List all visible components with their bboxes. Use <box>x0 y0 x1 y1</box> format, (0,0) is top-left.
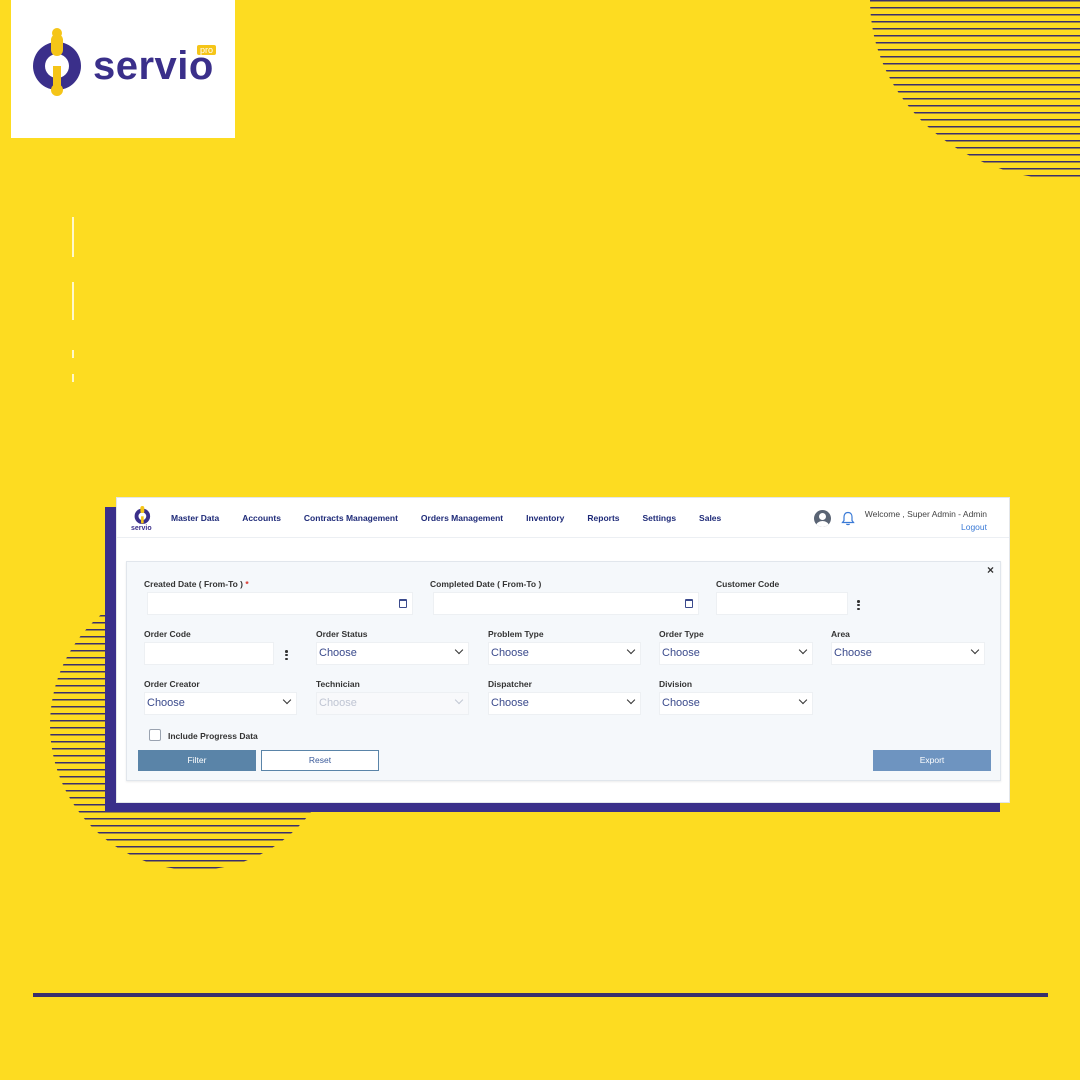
chevron-down-icon <box>454 695 464 705</box>
top-navigation-bar: servio Master Data Accounts Contracts Ma… <box>117 498 1009 538</box>
logout-link[interactable]: Logout <box>865 521 987 534</box>
area-value: Choose <box>834 647 872 659</box>
nav-item-sales[interactable]: Sales <box>699 513 721 523</box>
problem-type-select[interactable]: Choose <box>488 642 641 665</box>
chevron-down-icon <box>454 645 464 655</box>
chevron-down-icon <box>798 695 808 705</box>
welcome-text: Welcome , Super Admin - Admin <box>864 509 987 519</box>
brand-badge: pro <box>197 45 217 55</box>
dispatcher-label: Dispatcher <box>488 679 532 689</box>
nav-item-inventory[interactable]: Inventory <box>526 513 564 523</box>
order-code-label: Order Code <box>144 629 191 639</box>
order-code-more-icon[interactable] <box>285 649 289 661</box>
chevron-down-icon <box>970 645 980 655</box>
problem-type-label: Problem Type <box>488 629 544 639</box>
decorative-stripes-top <box>870 0 1080 180</box>
nav-item-contracts-management[interactable]: Contracts Management <box>304 513 398 523</box>
nav-item-master-data[interactable]: Master Data <box>171 513 219 523</box>
nav-menu: Master Data Accounts Contracts Managemen… <box>171 513 744 523</box>
order-creator-value: Choose <box>147 697 185 709</box>
order-type-value: Choose <box>662 647 700 659</box>
order-creator-label: Order Creator <box>144 679 200 689</box>
order-status-label: Order Status <box>316 629 368 639</box>
order-status-select[interactable]: Choose <box>316 642 469 665</box>
user-avatar-icon[interactable] <box>814 510 831 527</box>
servio-logo-icon <box>33 28 81 96</box>
division-select[interactable]: Choose <box>659 692 813 715</box>
include-progress-checkbox[interactable] <box>149 729 161 741</box>
dispatcher-value: Choose <box>491 697 529 709</box>
technician-select: Choose <box>316 692 469 715</box>
calendar-icon[interactable] <box>399 599 407 608</box>
calendar-icon[interactable] <box>685 599 693 608</box>
completed-date-label: Completed Date ( From-To ) <box>430 579 542 589</box>
nav-logo-text: servio <box>131 525 152 532</box>
brand-logo-card: servio pro <box>11 0 235 138</box>
customer-code-label: Customer Code <box>716 579 780 589</box>
technician-label: Technician <box>316 679 360 689</box>
created-date-range-input[interactable] <box>147 592 413 615</box>
welcome-block: Welcome , Super Admin - Admin Logout <box>865 508 987 534</box>
include-progress-label: Include Progress Data <box>168 731 258 741</box>
area-select[interactable]: Choose <box>831 642 985 665</box>
filter-panel: × Created Date ( From-To ) * Completed D… <box>126 561 1001 781</box>
chevron-down-icon <box>626 695 636 705</box>
created-date-label: Created Date ( From-To ) * <box>144 579 249 589</box>
division-value: Choose <box>662 697 700 709</box>
division-label: Division <box>659 679 693 689</box>
chevron-down-icon <box>626 645 636 655</box>
order-status-value: Choose <box>319 647 357 659</box>
export-button[interactable]: Export <box>873 750 991 771</box>
nav-item-reports[interactable]: Reports <box>587 513 619 523</box>
nav-item-orders-management[interactable]: Orders Management <box>421 513 503 523</box>
filter-button[interactable]: Filter <box>138 750 256 771</box>
dispatcher-select[interactable]: Choose <box>488 692 641 715</box>
customer-code-input[interactable] <box>716 592 848 615</box>
close-icon[interactable]: × <box>987 563 994 577</box>
decorative-mark <box>72 217 74 257</box>
order-creator-select[interactable]: Choose <box>144 692 297 715</box>
completed-date-range-input[interactable] <box>433 592 699 615</box>
required-mark: * <box>245 579 249 589</box>
decorative-mark <box>72 374 74 382</box>
bell-icon[interactable] <box>841 511 855 526</box>
nav-item-settings[interactable]: Settings <box>643 513 677 523</box>
decorative-mark <box>72 350 74 358</box>
order-type-label: Order Type <box>659 629 704 639</box>
chevron-down-icon <box>798 645 808 655</box>
area-label: Area <box>831 629 850 639</box>
order-code-input[interactable] <box>144 642 274 665</box>
nav-item-accounts[interactable]: Accounts <box>242 513 281 523</box>
decorative-mark <box>72 282 74 320</box>
problem-type-value: Choose <box>491 647 529 659</box>
customer-code-more-icon[interactable] <box>857 599 861 611</box>
order-type-select[interactable]: Choose <box>659 642 813 665</box>
technician-value: Choose <box>319 697 357 709</box>
app-window: servio Master Data Accounts Contracts Ma… <box>116 497 1010 803</box>
nav-logo[interactable]: servio <box>129 504 159 534</box>
reset-button[interactable]: Reset <box>261 750 379 771</box>
bottom-divider <box>33 993 1048 997</box>
created-date-label-text: Created Date ( From-To ) <box>144 579 244 589</box>
servio-logo-icon <box>134 505 151 525</box>
chevron-down-icon <box>282 695 292 705</box>
brand-name: servio <box>93 44 214 88</box>
